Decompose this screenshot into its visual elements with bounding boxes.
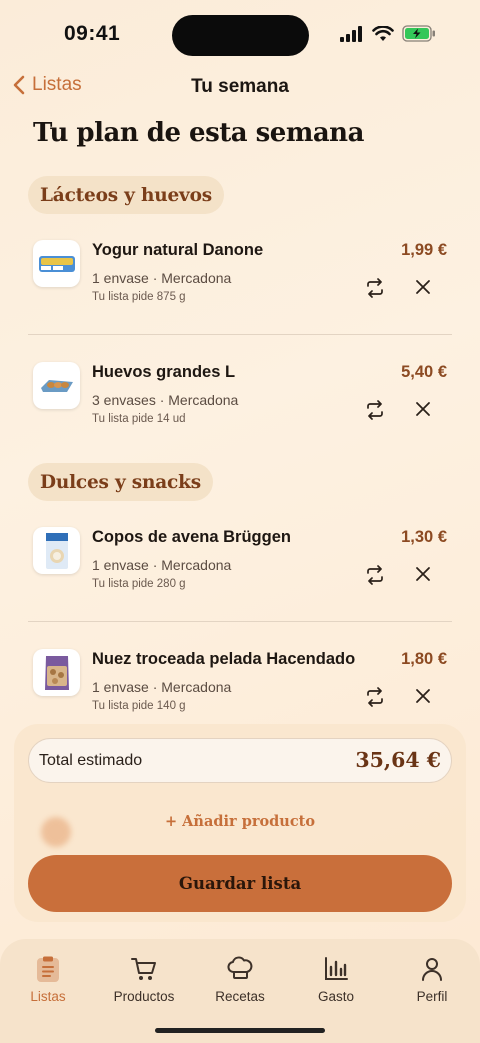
oat-box-icon [45, 532, 68, 569]
tab-productos[interactable]: Productos [96, 955, 192, 1004]
tab-perfil[interactable]: Perfil [384, 955, 480, 1004]
product-quantity: 1 envase · Mercadona [92, 679, 232, 695]
product-price: 1,30 € [401, 528, 447, 546]
product-name: Copos de avena Brüggen [92, 528, 291, 546]
swap-icon[interactable] [364, 564, 386, 586]
product-thumbnail [33, 362, 80, 409]
user-icon [422, 958, 442, 981]
total-summary: Total estimado 35,64 € [28, 738, 452, 783]
clipboard-icon [37, 956, 59, 982]
tab-label: Gasto [317, 989, 355, 1004]
tab-label: Recetas [215, 989, 265, 1004]
product-price: 1,99 € [401, 241, 447, 259]
total-label: Total estimado [39, 752, 143, 769]
page-title: Tu plan de esta semana [33, 118, 364, 148]
product-price: 5,40 € [401, 363, 447, 381]
navigation-bar: Listas Tu semana [0, 66, 480, 110]
close-icon[interactable] [414, 400, 432, 418]
product-note: Tu lista pide 875 g [92, 291, 186, 303]
status-bar: 09:41 [0, 0, 480, 70]
home-indicator [155, 1028, 325, 1033]
list-item[interactable]: Copos de avena Brüggen 1 envase · Mercad… [28, 519, 452, 619]
tab-recetas[interactable]: Recetas [192, 955, 288, 1004]
swap-icon[interactable] [364, 277, 386, 299]
status-icons [340, 25, 436, 42]
divider [28, 621, 452, 622]
tab-label: Perfil [416, 989, 448, 1004]
close-icon[interactable] [414, 278, 432, 296]
cart-icon [131, 958, 156, 980]
product-quantity: 3 envases · Mercadona [92, 392, 239, 408]
wifi-icon [372, 25, 394, 41]
product-note: Tu lista pide 280 g [92, 578, 186, 590]
product-note: Tu lista pide 140 g [92, 700, 186, 712]
swap-icon[interactable] [364, 686, 386, 708]
walnut-bag-icon [44, 655, 69, 690]
bar-chart-icon [325, 957, 348, 980]
swap-icon[interactable] [364, 399, 386, 421]
product-name: Huevos grandes L [92, 363, 236, 381]
tab-listas[interactable]: Listas [0, 955, 96, 1004]
dynamic-island [172, 15, 309, 56]
save-list-button[interactable]: Guardar lista [28, 855, 452, 912]
product-thumbnail [33, 527, 80, 574]
total-value: 35,64 € [355, 748, 441, 772]
product-name: Nuez troceada pelada Hacendado [92, 650, 356, 668]
yogurt-pack-icon [38, 255, 75, 272]
list-item[interactable]: Yogur natural Danone 1 envase · Mercadon… [28, 232, 452, 332]
product-note: Tu lista pide 14 ud [92, 413, 186, 425]
product-name: Yogur natural Danone [92, 241, 264, 259]
close-icon[interactable] [414, 687, 432, 705]
tab-gasto[interactable]: Gasto [288, 955, 384, 1004]
add-product-link[interactable]: + Añadir producto [0, 813, 480, 830]
product-price: 1,80 € [401, 650, 447, 668]
product-quantity: 1 envase · Mercadona [92, 557, 232, 573]
product-thumbnail [33, 649, 80, 696]
battery-charging-icon [402, 25, 435, 42]
status-time: 09:41 [64, 22, 121, 45]
category-header: Lácteos y huevos [28, 176, 224, 214]
close-icon[interactable] [414, 565, 432, 583]
chef-hat-icon [227, 956, 253, 979]
product-thumbnail [33, 240, 80, 287]
tab-label: Listas [30, 989, 66, 1004]
product-quantity: 1 envase · Mercadona [92, 270, 232, 286]
cellular-signal-icon [340, 25, 362, 42]
nav-title: Tu semana [191, 76, 289, 97]
tab-label: Productos [113, 989, 175, 1004]
list-item[interactable]: Huevos grandes L 3 envases · Mercadona T… [28, 354, 452, 454]
egg-carton-icon [40, 379, 73, 392]
divider [28, 334, 452, 335]
category-header: Dulces y snacks [28, 463, 213, 501]
